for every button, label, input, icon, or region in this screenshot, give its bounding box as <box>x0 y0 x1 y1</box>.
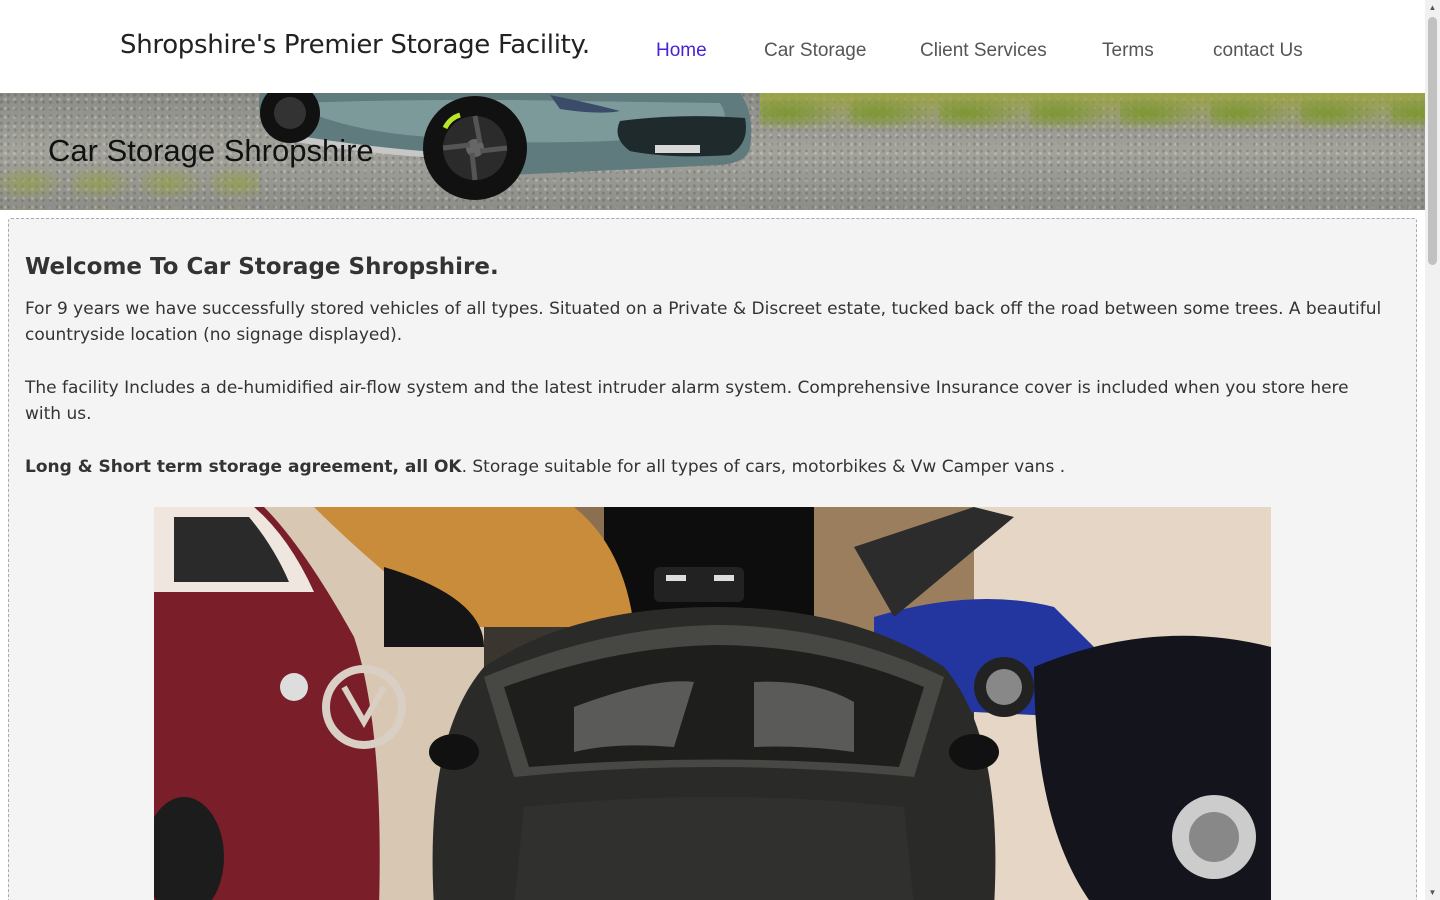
site-header: Shropshire's Premier Storage Facility. H… <box>0 0 1425 93</box>
banner-grass <box>0 163 260 210</box>
nav-contact-us[interactable]: contact Us <box>1213 40 1303 62</box>
garage-photo <box>154 507 1271 900</box>
storage-terms-bold: Long & Short term storage agreement, all… <box>25 457 462 477</box>
garage-photo-illustration <box>154 507 1271 900</box>
intro-paragraph: For 9 years we have successfully stored … <box>25 299 1382 345</box>
storage-terms-paragraph: Long & Short term storage agreement, all… <box>25 454 1385 480</box>
content-panel: Welcome To Car Storage Shropshire. For 9… <box>8 218 1417 900</box>
scroll-down-icon[interactable]: ▼ <box>1425 885 1440 900</box>
scroll-up-icon[interactable]: ▲ <box>1425 0 1440 15</box>
banner-grass <box>760 93 1425 133</box>
scrollbar-thumb[interactable] <box>1428 17 1437 265</box>
nav-terms[interactable]: Terms <box>1102 40 1154 62</box>
banner-title: Car Storage Shropshire <box>48 133 374 168</box>
welcome-heading: Welcome To Car Storage Shropshire. <box>25 254 499 280</box>
nav-car-storage[interactable]: Car Storage <box>764 40 866 62</box>
facility-paragraph: The facility Includes a de-humidified ai… <box>25 378 1349 424</box>
nav-home[interactable]: Home <box>656 40 707 62</box>
hero-banner: Car Storage Shropshire <box>0 93 1425 210</box>
site-title[interactable]: Shropshire's Premier Storage Facility. <box>120 30 590 60</box>
nav-client-services[interactable]: Client Services <box>920 40 1047 62</box>
storage-terms-rest: . Storage suitable for all types of cars… <box>461 457 1066 477</box>
page-scrollbar[interactable]: ▲ ▼ <box>1425 0 1440 900</box>
